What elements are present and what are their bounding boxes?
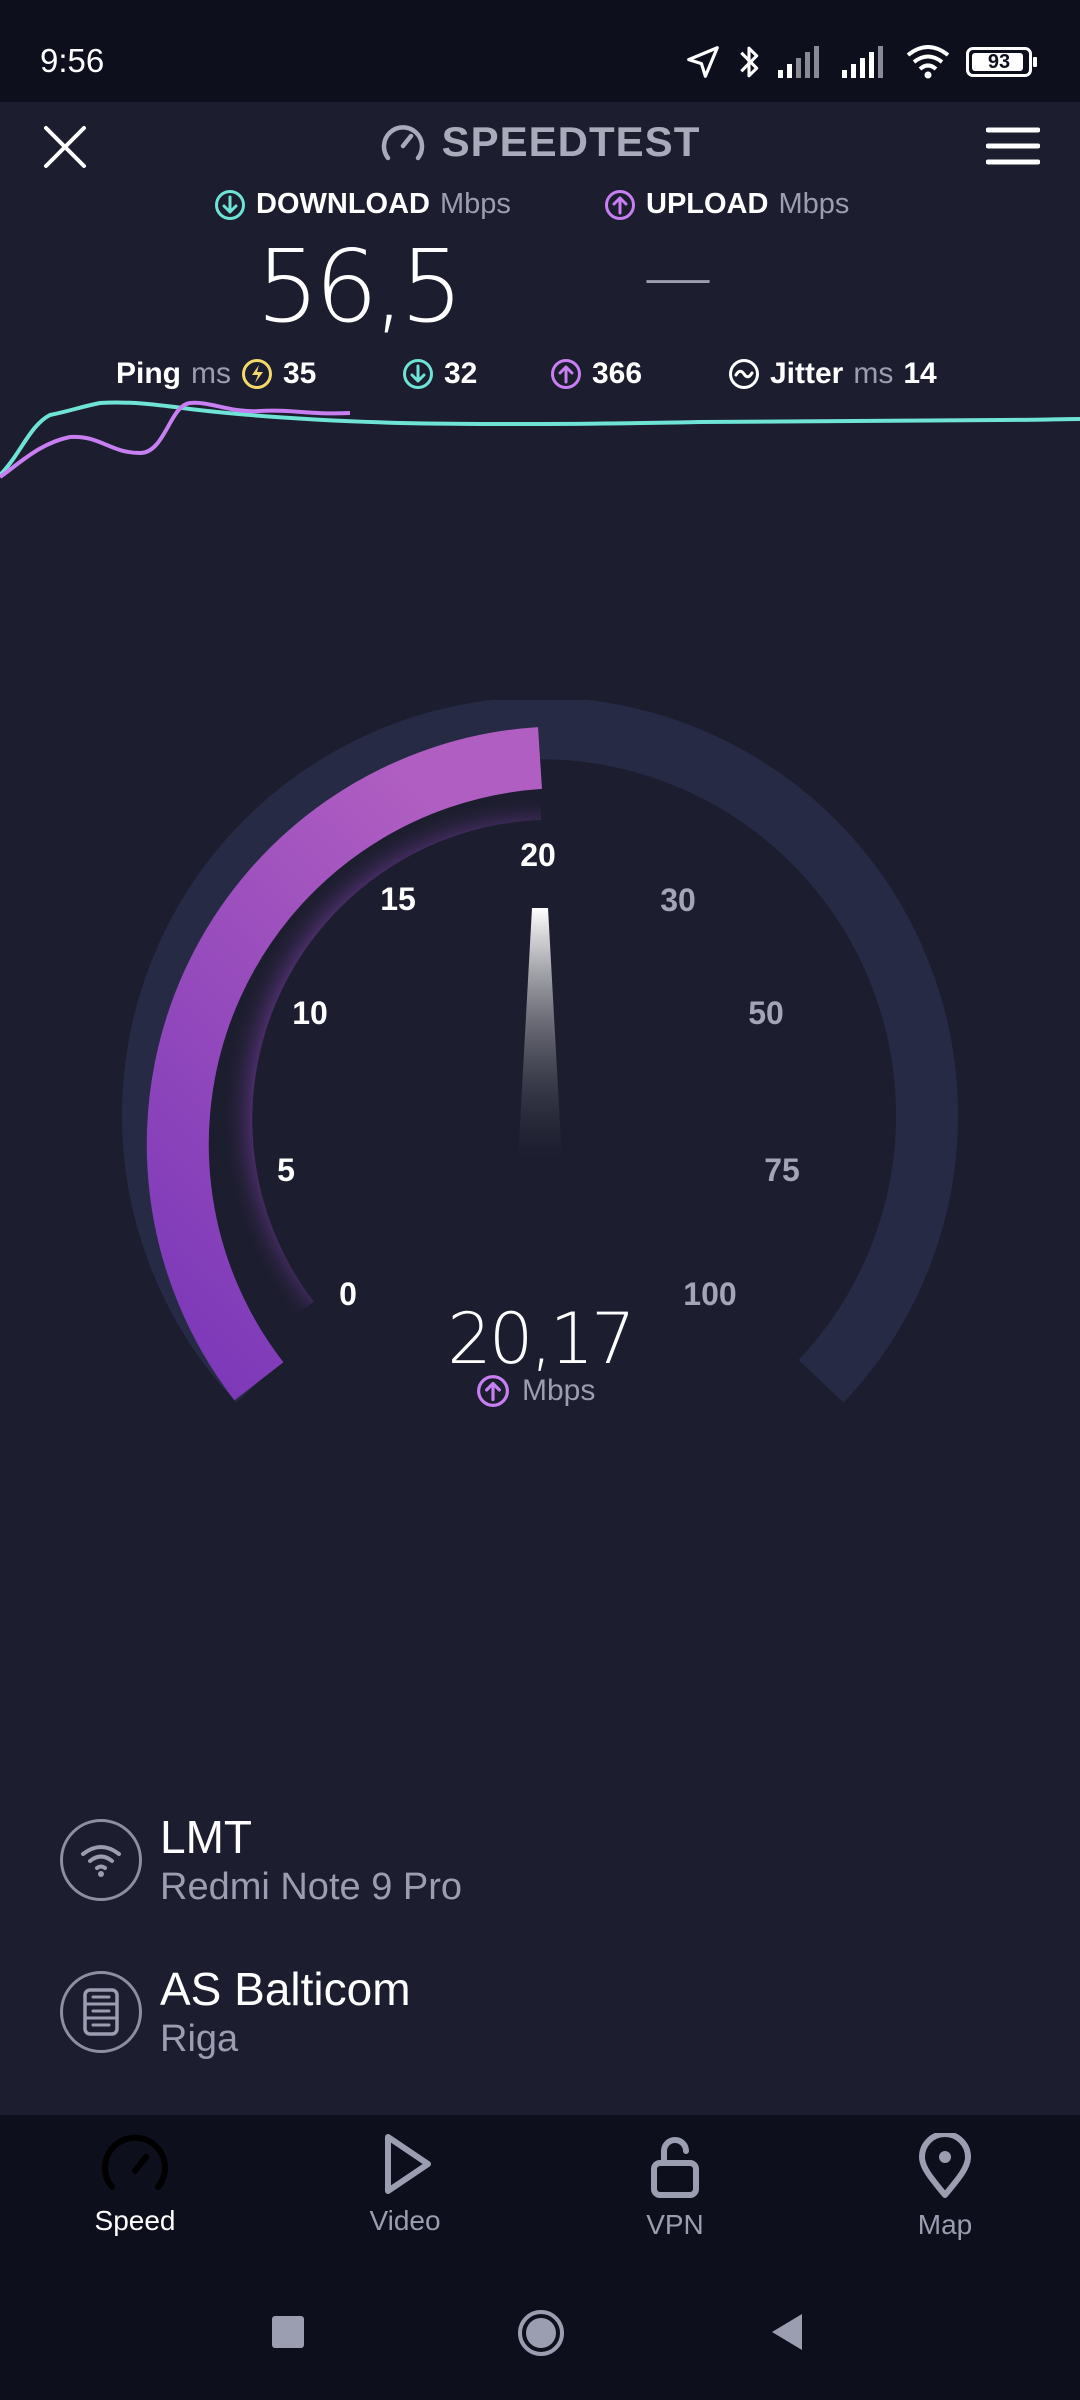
upload-arrow-icon <box>551 359 581 389</box>
system-nav-bar <box>0 2280 1080 2400</box>
gauge-tick-10: 10 <box>292 995 328 1031</box>
battery-icon: 93 <box>966 47 1037 77</box>
provider-name: LMT <box>160 1811 252 1863</box>
ping-idle-value: 35 <box>283 357 317 390</box>
ping-upload-value: 366 <box>592 357 643 390</box>
location-arrow-icon <box>687 46 719 78</box>
gauge-tick-50: 50 <box>748 995 784 1031</box>
gauge-tick-75: 75 <box>764 1152 800 1188</box>
wifi-circle-icon <box>60 1818 142 1901</box>
signal-icon <box>778 46 819 78</box>
ping-download: 32 <box>402 357 477 391</box>
jitter-label: Jitter <box>770 357 844 390</box>
ping-label: Ping <box>116 357 181 390</box>
speedtest-screen: 9:56 93 SPEEDTEST DOWNLOAD Mbps UPLOAD M… <box>0 0 1080 2400</box>
nav-speed-label: Speed <box>94 2205 176 2236</box>
ping-unit: ms <box>191 357 231 390</box>
app-header: SPEEDTEST <box>0 102 1080 188</box>
gauge-unit: Mbps <box>476 1374 595 1408</box>
jitter-unit: ms <box>853 357 894 390</box>
device-name: Redmi Note 9 Pro <box>160 1866 463 1908</box>
recents-icon[interactable] <box>270 2314 306 2350</box>
download-label: DOWNLOAD Mbps <box>214 188 511 221</box>
upload-arrow-icon <box>477 1375 509 1407</box>
speedometer-icon <box>381 125 424 161</box>
status-bar: 9:56 93 <box>0 0 1080 102</box>
nav-map[interactable]: Map <box>845 2133 1045 2241</box>
signal-icon <box>842 46 883 78</box>
upload-arrow-icon <box>605 189 635 220</box>
unlock-icon <box>651 2137 699 2198</box>
download-label-text: DOWNLOAD <box>256 188 430 220</box>
gauge-tick-20: 20 <box>520 837 556 873</box>
home-icon[interactable] <box>516 2308 566 2358</box>
ping-upload: 366 <box>550 357 642 391</box>
menu-icon[interactable] <box>986 124 1040 168</box>
jitter-value: 14 <box>903 357 937 390</box>
nav-vpn-label: VPN <box>646 2209 704 2240</box>
gauge-needle <box>518 908 562 1160</box>
upload-value: — <box>643 236 713 318</box>
bluetooth-icon <box>740 46 759 78</box>
speedometer-icon <box>102 2134 168 2190</box>
speed-graph <box>0 400 1080 479</box>
nav-video-label: Video <box>369 2205 441 2236</box>
play-icon <box>385 2134 431 2194</box>
download-arrow-icon <box>215 189 245 220</box>
bottom-nav: Speed Video VPN Map <box>0 2115 1080 2280</box>
download-unit: Mbps <box>439 188 511 220</box>
nav-video[interactable]: Video <box>305 2133 505 2237</box>
gauge-value: 20,17 <box>447 1298 635 1380</box>
nav-map-label: Map <box>917 2209 973 2240</box>
gauge-tick-30: 30 <box>660 882 696 918</box>
ping-download-value: 32 <box>444 357 478 390</box>
nav-speed[interactable]: Speed <box>35 2133 235 2237</box>
upload-unit: Mbps <box>778 188 850 220</box>
wifi-icon <box>906 45 950 79</box>
download-value: 56,5 <box>256 228 464 345</box>
server-icon <box>60 1970 142 2053</box>
server-location: Riga <box>160 2018 239 2060</box>
download-arrow-icon <box>403 359 433 389</box>
app-title-text: SPEEDTEST <box>441 118 701 165</box>
ping-idle: Ping ms 35 <box>116 357 316 391</box>
upload-label-text: UPLOAD <box>646 188 769 220</box>
lightning-icon <box>242 359 272 389</box>
provider-info[interactable]: LMT Redmi Note 9 Pro <box>60 1810 462 1909</box>
back-icon[interactable] <box>768 2312 808 2352</box>
nav-vpn[interactable]: VPN <box>575 2133 775 2241</box>
app-title: SPEEDTEST <box>0 118 1080 166</box>
map-pin-icon <box>919 2133 971 2198</box>
gauge-tick-5: 5 <box>277 1152 295 1188</box>
jitter-icon <box>729 359 759 389</box>
jitter: Jitter ms 14 <box>728 357 937 391</box>
gauge-unit-text: Mbps <box>522 1374 596 1407</box>
status-time: 9:56 <box>40 42 105 79</box>
battery-level: 93 <box>987 50 1011 73</box>
gauge-tick-15: 15 <box>380 881 416 917</box>
server-name: AS Balticom <box>160 1963 411 2015</box>
status-icons: 93 <box>684 40 1037 84</box>
server-info[interactable]: AS Balticom Riga <box>60 1962 411 2061</box>
upload-label: UPLOAD Mbps <box>604 188 849 221</box>
